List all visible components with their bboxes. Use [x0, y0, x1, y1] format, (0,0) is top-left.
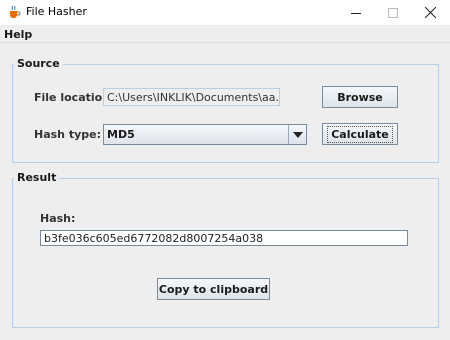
result-group	[12, 178, 439, 328]
minimize-icon	[351, 12, 361, 14]
menu-help[interactable]: Help	[4, 28, 32, 41]
browse-button[interactable]: Browse	[322, 86, 398, 108]
hash-type-value: MD5	[107, 128, 135, 141]
hash-output-field[interactable]: b3fe036c605ed6772082d8007254a038	[40, 230, 408, 246]
dropdown-arrow[interactable]	[288, 125, 306, 144]
copy-to-clipboard-button[interactable]: Copy to clipboard	[157, 278, 270, 300]
maximize-icon	[388, 7, 398, 18]
file-location-field[interactable]: C:\Users\INKLIK\Documents\aa.txt	[103, 88, 280, 106]
app-coffee-icon	[10, 5, 21, 18]
source-group-title: Source	[14, 57, 63, 70]
menu-bar: Help	[0, 25, 450, 43]
close-icon	[424, 7, 436, 18]
calculate-label: Calculate	[327, 125, 393, 143]
hash-type-select[interactable]: MD5	[103, 124, 307, 145]
source-group	[12, 64, 439, 163]
close-button[interactable]	[407, 0, 450, 25]
hash-label: Hash:	[40, 212, 76, 225]
result-group-title: Result	[14, 171, 60, 184]
title-bar: File Hasher	[0, 0, 450, 25]
chevron-down-icon	[292, 131, 303, 138]
window-title: File Hasher	[26, 5, 87, 18]
hash-type-label: Hash type:	[34, 128, 101, 141]
calculate-button[interactable]: Calculate	[322, 123, 398, 145]
